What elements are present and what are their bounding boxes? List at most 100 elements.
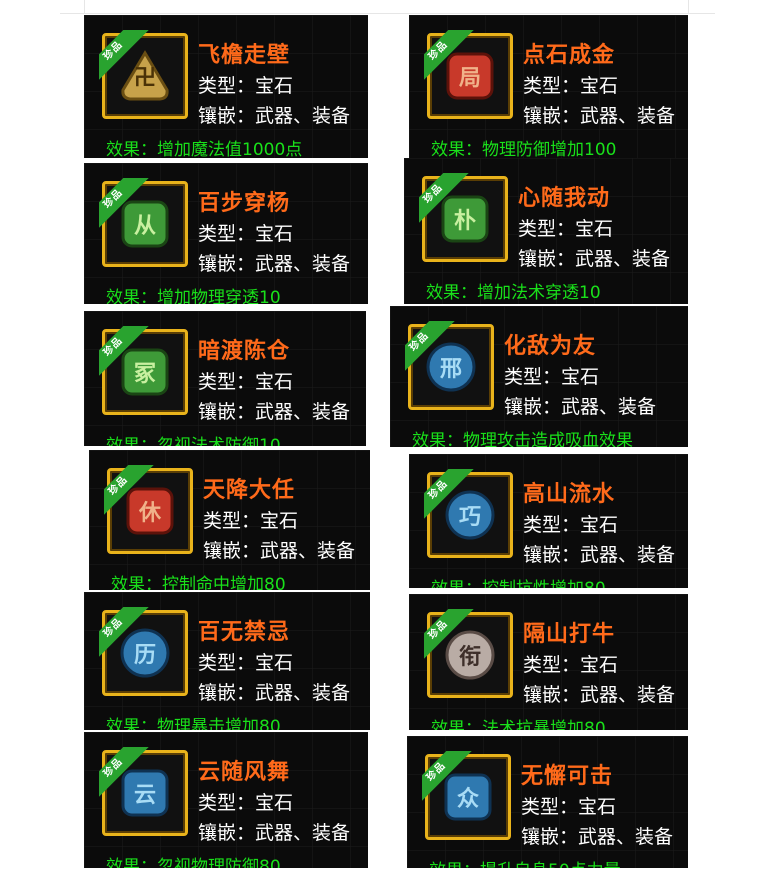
gem-effect: 效果：提升自身50点力量 [429,856,621,868]
effect-value: 物理防御增加100 [482,140,617,158]
effect-value: 控制命中增加80 [162,575,286,590]
rarity-ribbon-text: 珍品 [106,474,131,498]
inlay-label: 镶嵌： [523,684,581,706]
type-label: 类型： [203,510,261,532]
gem-card: 卍 珍品 飞檐走壁 类型：宝石 镶嵌：武器、装备 效果：增加魔法值1000点 [84,15,368,158]
effect-label: 效果： [106,140,157,158]
gem-name: 心随我动 [518,186,611,211]
rarity-ribbon: 珍品 [424,609,480,665]
gem-card: 云 珍品 云随风舞 类型：宝石 镶嵌：武器、装备 效果：忽视物理防御80 [84,732,368,868]
effect-value: 增加魔法值1000点 [157,140,303,158]
gem-type-line: 类型：宝石 [198,219,293,246]
effect-label: 效果： [426,283,477,303]
inlay-value: 武器、装备 [580,684,676,706]
rarity-ribbon-text: 珍品 [426,618,451,642]
inlay-label: 镶嵌： [523,544,581,566]
gem-card: 历 珍品 百无禁忌 类型：宝石 镶嵌：武器、装备 效果：物理暴击增加80 [84,592,370,730]
gem-name: 隔山打牛 [523,622,616,647]
gem-icon-frame: 休 珍品 [107,468,193,554]
gem-effect: 效果：控制命中增加80 [111,570,286,590]
gem-icon-frame: 云 珍品 [102,750,188,836]
gem-card: 邢 珍品 化敌为友 类型：宝石 镶嵌：武器、装备 效果：物理攻击造成吸血效果 [390,306,688,447]
type-label: 类型： [198,792,256,814]
effect-label: 效果： [431,719,482,730]
effect-value: 物理暴击增加80 [157,717,281,730]
type-label: 类型： [518,218,576,240]
gem-inlay-line: 镶嵌：武器、装备 [521,822,673,849]
gem-inlay-line: 镶嵌：武器、装备 [523,680,675,707]
gem-icon-frame: 局 珍品 [427,33,513,119]
gem-name: 暗渡陈仓 [198,339,291,364]
inlay-value: 武器、装备 [580,544,676,566]
inlay-value: 武器、装备 [580,105,676,127]
rarity-ribbon: 珍品 [99,607,155,663]
gem-name: 云随风舞 [198,760,291,785]
type-label: 类型： [523,514,581,536]
gem-name: 点石成金 [523,43,616,68]
type-label: 类型： [523,75,581,97]
gem-type-line: 类型：宝石 [521,792,616,819]
effect-label: 效果： [431,579,482,588]
effect-label: 效果： [412,431,463,447]
rarity-ribbon: 珍品 [104,465,160,521]
gem-type-line: 类型：宝石 [198,648,293,675]
rarity-ribbon-text: 珍品 [426,39,451,63]
gem-effect: 效果：物理暴击增加80 [106,712,281,730]
gem-type-line: 类型：宝石 [198,367,293,394]
gem-effect: 效果：增加物理穿透10 [106,283,281,304]
rarity-ribbon: 珍品 [419,173,475,229]
type-label: 类型： [523,654,581,676]
type-value: 宝石 [580,75,619,97]
page-corner-right [688,0,689,14]
gem-inlay-line: 镶嵌：武器、装备 [203,536,355,563]
gem-inlay-line: 镶嵌：武器、装备 [198,818,350,845]
effect-label: 效果： [429,861,480,868]
gem-type-line: 类型：宝石 [518,214,613,241]
gem-card: 休 珍品 天降大任 类型：宝石 镶嵌：武器、装备 效果：控制命中增加80 [89,450,370,590]
gem-effect: 效果：法术抗暴增加80 [431,714,606,730]
inlay-value: 武器、装备 [578,826,674,848]
inlay-label: 镶嵌： [521,826,579,848]
effect-value: 控制抗性增加80 [482,579,606,588]
inlay-label: 镶嵌： [203,540,261,562]
gem-effect: 效果：物理攻击造成吸血效果 [412,426,633,447]
inlay-value: 武器、装备 [255,105,351,127]
gem-inlay-line: 镶嵌：武器、装备 [198,397,350,424]
gem-inlay-line: 镶嵌：武器、装备 [198,101,350,128]
page-corner-left [84,0,85,14]
gem-icon-frame: 从 珍品 [102,181,188,267]
rarity-ribbon-text: 珍品 [101,187,126,211]
gem-effect: 效果：控制抗性增加80 [431,574,606,588]
type-value: 宝石 [561,366,600,388]
gem-effect: 效果：忽视物理防御80 [106,852,281,868]
rarity-ribbon: 珍品 [99,178,155,234]
rarity-ribbon-text: 珍品 [426,478,451,502]
gem-icon-frame: 巧 珍品 [427,472,513,558]
type-label: 类型： [504,366,562,388]
type-value: 宝石 [255,792,294,814]
gem-inlay-line: 镶嵌：武器、装备 [518,244,670,271]
rarity-ribbon: 珍品 [424,30,480,86]
inlay-label: 镶嵌： [518,248,576,270]
gem-type-line: 类型：宝石 [523,650,618,677]
type-label: 类型： [198,652,256,674]
rarity-ribbon-text: 珍品 [101,616,126,640]
gem-card: 衔 珍品 隔山打牛 类型：宝石 镶嵌：武器、装备 效果：法术抗暴增加80 [409,594,688,730]
type-value: 宝石 [255,371,294,393]
inlay-label: 镶嵌： [198,401,256,423]
effect-label: 效果： [106,288,157,304]
gem-card: 巧 珍品 高山流水 类型：宝石 镶嵌：武器、装备 效果：控制抗性增加80 [409,454,688,588]
gem-icon-frame: 历 珍品 [102,610,188,696]
rarity-ribbon: 珍品 [99,747,155,803]
effect-label: 效果： [106,436,157,446]
gem-type-line: 类型：宝石 [504,362,599,389]
inlay-value: 武器、装备 [255,401,351,423]
gem-card: 局 珍品 点石成金 类型：宝石 镶嵌：武器、装备 效果：物理防御增加100 [409,15,688,158]
gem-icon-frame: 冢 珍品 [102,329,188,415]
gem-effect: 效果：增加法术穿透10 [426,278,601,303]
gem-name: 高山流水 [523,482,616,507]
gem-type-line: 类型：宝石 [203,506,298,533]
effect-value: 忽视法术防御10 [157,436,281,446]
inlay-value: 武器、装备 [260,540,356,562]
type-value: 宝石 [575,218,614,240]
